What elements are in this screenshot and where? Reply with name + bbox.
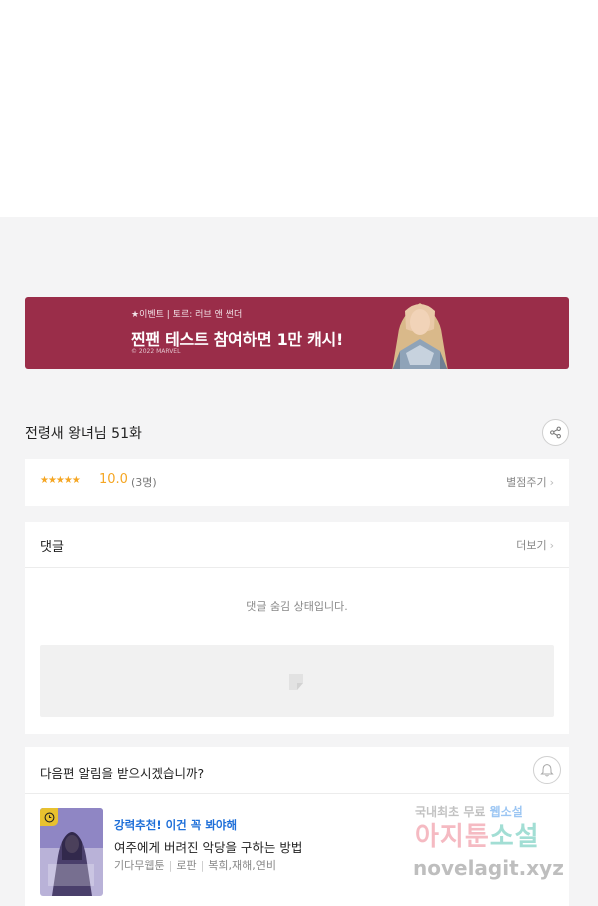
wait-free-badge: [40, 808, 58, 826]
banner-copyright: © 2022 MARVEL: [131, 348, 181, 355]
notify-bell-button[interactable]: [533, 756, 561, 784]
share-icon: [550, 426, 561, 439]
recommendation-publisher: 기다무웹툰: [114, 859, 165, 872]
recommendation-label: 강력추천! 이건 꼭 봐야해: [114, 818, 238, 832]
comments-card: 댓글 더보기 › 댓글 숨김 상태입니다.: [25, 522, 569, 734]
banner-character-image: [392, 303, 448, 369]
banner-event-label: ★이벤트 | 토르: 러브 앤 썬더: [131, 310, 243, 320]
bell-icon: [540, 763, 554, 777]
rating-stars: ★★★★★: [40, 475, 81, 486]
comment-placeholder-icon: [289, 674, 303, 690]
episode-title: 전령새 왕녀님 51화: [25, 426, 142, 442]
empty-top-area: [0, 0, 598, 217]
notify-question: 다음편 알림을 받으시겠습니까?: [40, 766, 205, 781]
comments-header: 댓글: [40, 540, 64, 555]
next-episode-notify-card: 다음편 알림을 받으시겠습니까? 강력추천! 이건 꼭 봐야해 여주에게 버려진…: [25, 747, 569, 906]
comments-hidden-message: 댓글 숨김 상태입니다.: [246, 600, 348, 613]
chevron-right-icon: ›: [549, 476, 554, 489]
banner-title: 찐팬 테스트 참여하면 1만 캐시!: [131, 330, 343, 349]
recommendation-title[interactable]: 여주에게 버려진 악당을 구하는 방법: [114, 837, 302, 856]
share-button[interactable]: [542, 419, 569, 446]
rate-button[interactable]: 별점주기 ›: [506, 474, 554, 490]
rate-button-label: 별점주기: [506, 476, 547, 489]
divider: [25, 567, 569, 568]
clock-icon: [44, 812, 54, 822]
rating-count: (3명): [131, 476, 157, 489]
rating-score: 10.0: [99, 472, 128, 487]
event-banner[interactable]: ★이벤트 | 토르: 러브 앤 썬더 찐팬 테스트 참여하면 1만 캐시! © …: [25, 297, 569, 369]
chevron-right-icon: ›: [549, 539, 554, 552]
comments-more-label: 더보기: [516, 539, 547, 552]
recommendation-thumbnail[interactable]: [40, 808, 103, 896]
comments-more-button[interactable]: 더보기 ›: [516, 537, 554, 553]
divider: [25, 793, 569, 794]
recommendation-meta: 기다무웹툰 | 로판 | 복희,재해,연비: [114, 859, 277, 872]
comment-input-box[interactable]: [40, 645, 554, 717]
rating-card: ★★★★★ 10.0 (3명) 별점주기 ›: [25, 459, 569, 506]
recommendation-genre: 로판: [176, 859, 197, 872]
recommendation-tags: 복희,재해,연비: [208, 859, 277, 872]
